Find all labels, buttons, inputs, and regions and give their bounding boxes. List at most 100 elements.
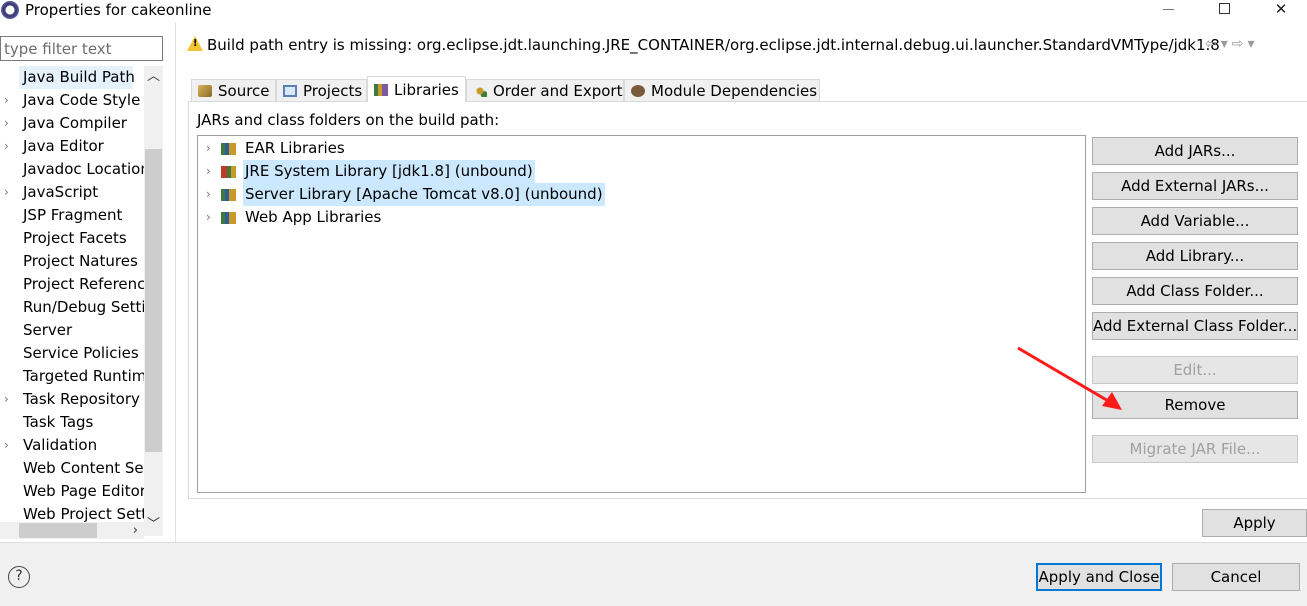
tab-label: Source [218,82,270,100]
add-external-class-folder-button[interactable]: Add External Class Folder... [1092,312,1298,340]
filter-input[interactable] [0,36,163,61]
library-icon [374,84,388,96]
tree-item-label: JavaScript [23,183,99,201]
scroll-up-icon[interactable]: ︿ [144,68,163,86]
tree-item-validation[interactable]: › Validation [0,434,144,457]
tab-module-dependencies[interactable]: Module Dependencies [624,79,820,102]
tree-item-label: Project Natures [23,252,138,270]
library-icon [221,189,236,201]
libraries-tree[interactable]: › EAR Libraries › JRE System Library [jdk1.… [197,135,1086,493]
apply-button[interactable]: Apply [1202,509,1307,537]
tree-item-project-facets[interactable]: Project Facets [0,227,144,250]
tree-item-java-code-style[interactable]: › Java Code Style [0,89,144,112]
tree-item-task-repository[interactable]: › Task Repository [0,388,144,411]
tree-item-java-compiler[interactable]: › Java Compiler [0,112,144,135]
close-button[interactable]: ✕ [1258,0,1304,20]
tree-item-run-debug-settings[interactable]: Run/Debug Settings [0,296,144,319]
library-label: EAR Libraries [245,139,345,157]
splitter[interactable] [175,22,176,542]
apply-and-close-button[interactable]: Apply and Close [1036,563,1162,591]
history-navigation[interactable]: ⇦▾⇨▾ [1205,36,1259,52]
add-class-folder-button[interactable]: Add Class Folder... [1092,277,1298,305]
tab-source[interactable]: Source [191,79,276,102]
expand-chevron-icon[interactable]: › [4,434,14,457]
tree-item-web-content-settings[interactable]: Web Content Settings [0,457,144,480]
add-external-jars-button[interactable]: Add External JARs... [1092,172,1298,200]
tree-item-label: Service Policies [23,344,139,362]
tree-horizontal-scrollbar[interactable]: › [0,522,144,539]
scroll-down-icon[interactable]: ﹀ [144,516,163,534]
tree-item-javadoc-location[interactable]: Javadoc Location [0,158,144,181]
add-jars-button[interactable]: Add JARs... [1092,137,1298,165]
tree-item-label: Task Repository [23,390,140,408]
library-row[interactable]: › JRE System Library [jdk1.8] (unbound) [198,160,1085,183]
maximize-button[interactable] [1201,0,1247,20]
tree-item-label: Web Content Settings [23,459,144,477]
header-message: Build path entry is missing: org.eclipse… [207,36,1220,54]
scroll-right-icon[interactable]: › [133,522,138,539]
minimize-button[interactable] [1145,0,1191,20]
minimize-icon [1162,9,1174,10]
tree-item-label: Java Build Path [19,66,135,89]
tree-item-label: Project Facets [23,229,127,247]
library-row[interactable]: › EAR Libraries [198,137,1085,160]
tree-item-targeted-runtimes[interactable]: Targeted Runtimes [0,365,144,388]
back-arrow-icon[interactable]: ⇦ [1205,36,1221,52]
forward-dropdown-icon[interactable]: ▾ [1248,36,1259,52]
cancel-button[interactable]: Cancel [1172,563,1300,591]
expand-chevron-icon[interactable]: › [4,181,14,204]
tree-item-label: Javadoc Location [23,160,144,178]
library-row[interactable]: › Web App Libraries [198,206,1085,229]
tab-projects[interactable]: Projects [276,79,367,102]
tree-vertical-scrollbar[interactable]: ︿ ﹀ [144,66,163,536]
library-icon [221,143,236,155]
tab-label: Libraries [394,81,459,99]
hscrollbar-thumb[interactable] [19,523,97,538]
maximize-icon [1218,3,1230,14]
forward-arrow-icon[interactable]: ⇨ [1232,36,1248,52]
left-navigation: Java Build Path›Java Code Style›Java Com… [0,22,175,542]
add-library-button[interactable]: Add Library... [1092,242,1298,270]
tree-item-label: Java Editor [23,137,104,155]
tab-label: Projects [303,82,363,100]
tree-item-service-policies[interactable]: Service Policies [0,342,144,365]
project-icon [283,85,297,97]
add-variable-button[interactable]: Add Variable... [1092,207,1298,235]
tree-item-java-build-path[interactable]: Java Build Path [0,66,144,89]
expand-chevron-icon[interactable]: › [206,137,211,160]
window-title: Properties for cakeonline [25,1,212,19]
expand-chevron-icon[interactable]: › [4,135,14,158]
tree-item-task-tags[interactable]: Task Tags [0,411,144,434]
annotation-arrow-icon [1017,346,1122,410]
tree-item-project-references[interactable]: Project References [0,273,144,296]
tree-item-label: Validation [23,436,98,454]
tree-item-label: Server [23,321,73,339]
tab-libraries[interactable]: Libraries [367,76,466,102]
eclipse-app-icon [1,1,19,19]
expand-chevron-icon[interactable]: › [4,388,14,411]
expand-chevron-icon[interactable]: › [206,206,211,229]
expand-chevron-icon[interactable]: › [4,112,14,135]
library-row[interactable]: › Server Library [Apache Tomcat v8.0] (un… [198,183,1085,206]
back-dropdown-icon[interactable]: ▾ [1221,36,1232,52]
library-label: JRE System Library [jdk1.8] (unbound) [243,160,535,183]
tree-item-web-page-editor[interactable]: Web Page Editor [0,480,144,503]
tree-item-label: JSP Fragment [23,206,123,224]
expand-chevron-icon[interactable]: › [206,160,211,183]
tree-item-java-editor[interactable]: › Java Editor [0,135,144,158]
migrate-jar-button[interactable]: Migrate JAR File... [1092,435,1298,463]
help-icon[interactable]: ? [8,566,30,588]
expand-chevron-icon[interactable]: › [206,183,211,206]
tree-item-jsp-fragment[interactable]: JSP Fragment [0,204,144,227]
tab-order-and-export[interactable]: Order and Export [466,79,624,102]
tree-item-project-natures[interactable]: Project Natures [0,250,144,273]
tree-item-label: Java Compiler [23,114,127,132]
expand-chevron-icon[interactable]: › [4,89,14,112]
tree-item-server[interactable]: Server [0,319,144,342]
title-bar: Properties for cakeonline ✕ [0,0,1307,22]
tab-label: Order and Export [493,82,623,100]
order-export-icon [473,85,487,97]
tree-item-javascript[interactable]: › JavaScript [0,181,144,204]
scrollbar-thumb[interactable] [145,149,162,452]
tree-item-label: Web Page Editor [23,482,144,500]
